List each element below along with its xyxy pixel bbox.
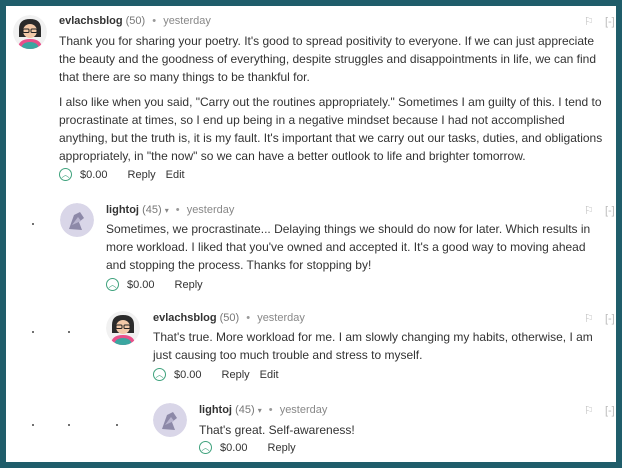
comment-footer: ︿ $0.00 Reply [106,278,213,291]
reply-button[interactable]: Reply [128,169,156,181]
author-name[interactable]: lightoj [199,404,232,416]
avatar-image [60,203,94,237]
collapse-button[interactable]: [-] [605,16,615,28]
upvote-icon[interactable]: ︿ [59,168,72,181]
author-reputation: (45) [142,204,162,216]
comment-footer: ︿ $0.00 Reply [199,441,306,454]
payout-value[interactable]: $0.00 [127,279,155,291]
collapse-button[interactable]: [-] [605,313,615,325]
thread-marker [116,424,118,426]
author-reputation: (45) [235,404,255,416]
comment-header: lightoj (45) ▾ • yesterday [199,404,327,416]
flag-icon[interactable]: ⚐ [584,405,594,417]
comment-controls: ⚐ [-] [576,15,615,28]
timestamp[interactable]: yesterday [187,204,235,216]
upvote-icon[interactable]: ︿ [106,278,119,291]
author-name[interactable]: evlachsblog [153,312,217,324]
avatar[interactable] [60,203,94,237]
author-reputation: (50) [219,312,240,324]
comment-paragraph: That's great. Self-awareness! [199,423,355,437]
payout-value[interactable]: $0.00 [220,442,248,454]
comment-paragraph: That's true. More workload for me. I am … [153,330,593,362]
flag-icon[interactable]: ⚐ [584,313,594,325]
comment-body: That's true. More workload for me. I am … [153,328,598,371]
avatar-image [106,311,140,345]
separator-dot: • [175,204,180,216]
comment-controls: ⚐ [-] [576,312,615,325]
comment-header: evlachsblog (50) • yesterday [59,15,211,27]
author-name[interactable]: evlachsblog [59,15,123,27]
comment-footer: ︿ $0.00 Reply Edit [153,368,289,381]
collapse-button[interactable]: [-] [605,205,615,217]
collapse-button[interactable]: [-] [605,405,615,417]
comment-body: Sometimes, we procrastinate... Delaying … [106,220,604,281]
reply-button[interactable]: Reply [222,369,250,381]
reply-button[interactable]: Reply [175,279,203,291]
upvote-icon[interactable]: ︿ [199,441,212,454]
thread-marker [68,424,70,426]
upvote-icon[interactable]: ︿ [153,368,166,381]
comment-paragraph: Thank you for sharing your poetry. It's … [59,34,597,84]
comment-body: Thank you for sharing your poetry. It's … [59,32,604,172]
avatar[interactable] [153,403,187,437]
edit-button[interactable]: Edit [166,169,185,181]
thread-marker [32,424,34,426]
flag-icon[interactable]: ⚐ [584,205,594,217]
comment-footer: ︿ $0.00 Reply Edit [59,168,195,181]
timestamp[interactable]: yesterday [163,15,211,27]
reply-button[interactable]: Reply [268,442,296,454]
comment-header: evlachsblog (50) • yesterday [153,312,305,324]
avatar[interactable] [13,15,47,49]
separator-dot: • [246,312,251,324]
comment-paragraph: I also like when you said, "Carry out th… [59,95,603,163]
separator-dot: • [152,15,157,27]
payout-value[interactable]: $0.00 [80,169,108,181]
chevron-down-icon[interactable]: ▾ [165,206,169,215]
comment-controls: ⚐ [-] [576,204,615,217]
author-reputation: (50) [125,15,146,27]
comment-thread: evlachsblog (50) • yesterday ⚐ [-] Thank… [6,6,616,462]
timestamp[interactable]: yesterday [280,404,328,416]
comment-controls: ⚐ [-] [576,404,615,417]
thread-marker [68,331,70,333]
separator-dot: • [268,404,273,416]
thread-marker [32,331,34,333]
flag-icon[interactable]: ⚐ [584,16,594,28]
chevron-down-icon[interactable]: ▾ [258,406,262,415]
timestamp[interactable]: yesterday [257,312,305,324]
avatar[interactable] [106,311,140,345]
edit-button[interactable]: Edit [260,369,279,381]
comment-header: lightoj (45) ▾ • yesterday [106,204,234,216]
thread-marker [32,223,34,225]
comment-paragraph: Sometimes, we procrastinate... Delaying … [106,222,591,272]
avatar-image [153,403,187,437]
avatar-image [13,15,47,49]
author-name[interactable]: lightoj [106,204,139,216]
payout-value[interactable]: $0.00 [174,369,202,381]
